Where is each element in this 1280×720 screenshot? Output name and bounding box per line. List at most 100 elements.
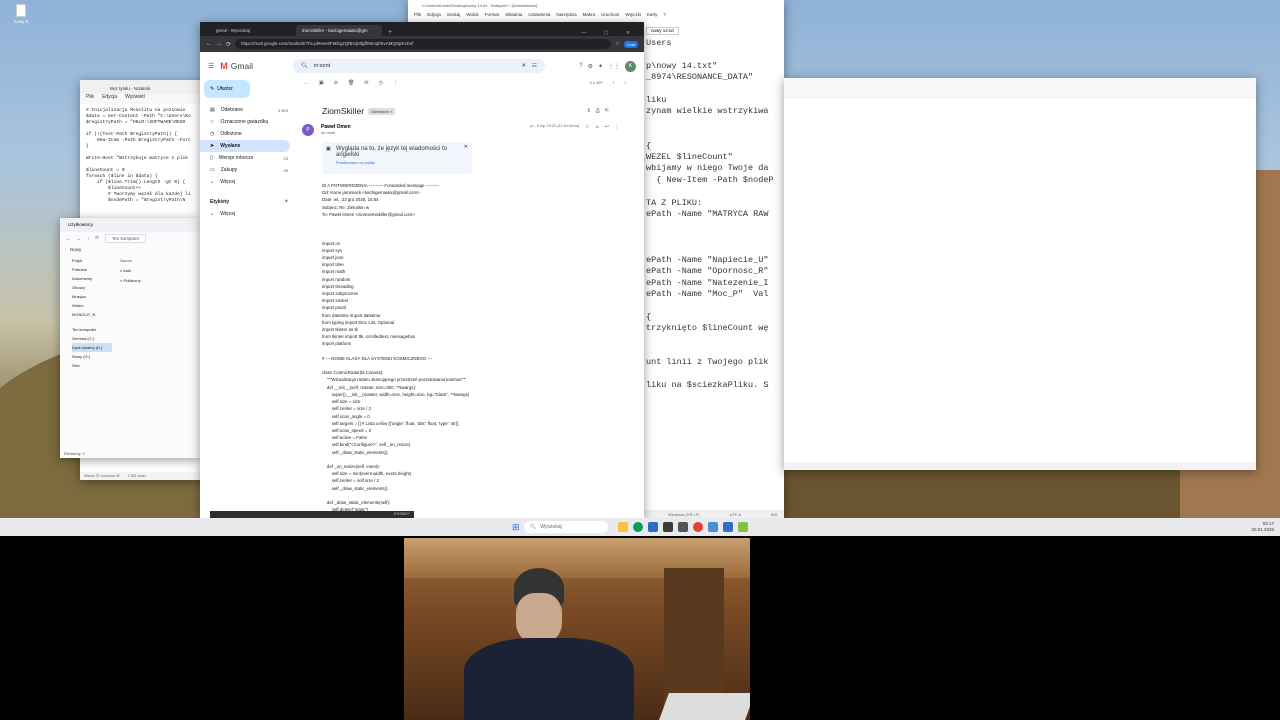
- menu-item[interactable]: Narzędzia: [556, 12, 576, 17]
- column-header-name[interactable]: Nazwa: [120, 256, 200, 266]
- edge-app-icon[interactable]: [633, 522, 643, 532]
- delete-icon[interactable]: 🗑︎: [348, 80, 354, 86]
- menu-item[interactable]: Plik: [414, 12, 421, 17]
- compose-button[interactable]: ✎ Utwórz: [204, 80, 250, 98]
- sidebar-item[interactable]: Dysk lokalny (D:): [72, 343, 112, 352]
- sidebar-item-purchases[interactable]: ▭ Zakupy 29: [200, 164, 294, 176]
- up-icon[interactable]: ↑: [87, 236, 89, 241]
- menu-item[interactable]: Składnia: [505, 12, 522, 17]
- sidebar-item[interactable]: Gemma (C:): [72, 334, 112, 343]
- terminal-app-icon[interactable]: [663, 522, 673, 532]
- sidebar-item-labels-more[interactable]: ⌄ Więcej: [200, 208, 294, 220]
- sidebar-item[interactable]: MONOLIT_N: [72, 310, 112, 319]
- star-icon[interactable]: ☆: [615, 41, 619, 47]
- text-editor[interactable]: # Inicjalizacja Monolitu na poziomie $dat…: [80, 104, 210, 208]
- chrome-window[interactable]: gmail - Wyszukaj ZiomSkiller - kacbigema…: [200, 22, 644, 518]
- address-bar[interactable]: Ten komputer: [105, 233, 147, 243]
- print-icon[interactable]: ⇕⎙⇱: [587, 108, 614, 114]
- add-label-icon[interactable]: +: [284, 199, 288, 205]
- menu-icon[interactable]: ☰: [208, 62, 214, 70]
- sidebar-item[interactable]: Pobrane: [72, 265, 112, 274]
- sidebar-item[interactable]: Wideo: [72, 301, 112, 310]
- editor-tab[interactable]: nowy 14.txt: [646, 27, 679, 35]
- explorer-app-icon[interactable]: [618, 522, 628, 532]
- settings-icon[interactable]: ⚙: [588, 63, 593, 70]
- menu-item[interactable]: Makra: [583, 12, 596, 17]
- back-icon[interactable]: ←: [66, 236, 71, 241]
- sidebar-item[interactable]: Obrazy: [72, 283, 112, 292]
- sidebar-item[interactable]: Sieć: [72, 361, 112, 370]
- menu-item[interactable]: Karty: [647, 12, 658, 17]
- menu-item-view[interactable]: Wyświetl: [125, 94, 145, 104]
- sidebar-item-snoozed[interactable]: ◷ Odłożone: [200, 128, 294, 140]
- chrome-app-icon[interactable]: [693, 522, 703, 532]
- list-item[interactable]: ■ Publiczny: [120, 276, 200, 286]
- new-tab-icon[interactable]: +: [388, 29, 392, 36]
- menu-item[interactable]: Format: [485, 12, 499, 17]
- chat-button[interactable]: Czat: [623, 40, 638, 48]
- snooze-icon[interactable]: ◷: [379, 80, 383, 86]
- sidebar-item[interactable]: Ten komputer: [72, 325, 112, 334]
- menu-item[interactable]: ?: [663, 12, 666, 17]
- recipient[interactable]: do mnie: [321, 130, 351, 135]
- clock[interactable]: 03:17 20.01.2026: [1251, 521, 1274, 533]
- list-item[interactable]: ■ kato: [120, 266, 200, 276]
- back-icon[interactable]: ←: [206, 41, 212, 47]
- menu-item[interactable]: Szukaj: [447, 12, 461, 17]
- sidebar-item-sent[interactable]: ➤ Wysłane: [200, 140, 290, 152]
- search-input[interactable]: in:sent: [314, 63, 515, 69]
- menu-item[interactable]: Uruchom: [601, 12, 619, 17]
- help-icon[interactable]: ?: [579, 63, 582, 69]
- sidebar-item[interactable]: Pulpit: [72, 256, 112, 265]
- prev-icon[interactable]: ‹: [613, 80, 615, 86]
- menu-item[interactable]: Wtyczki: [625, 12, 641, 17]
- sidebar-item-more[interactable]: ⌄ Więcej: [200, 176, 294, 188]
- new-button[interactable]: Nowy: [60, 244, 200, 256]
- sidebar-item[interactable]: Nowy (G:): [72, 352, 112, 361]
- menu-item-file[interactable]: Plik: [86, 94, 94, 104]
- refresh-icon[interactable]: ⟳: [95, 235, 99, 241]
- sidebar-item-drafts[interactable]: ▯ Wersje robocze 23: [200, 152, 294, 164]
- taskbar-search[interactable]: 🔍︎ Wyszukaj: [524, 521, 608, 533]
- notepad-plus-app-icon[interactable]: [738, 522, 748, 532]
- windows-start-icon[interactable]: ⊞: [512, 522, 520, 533]
- menu-item[interactable]: Widok: [466, 12, 479, 17]
- desktop-file-icon[interactable]: nowy 8: [10, 4, 32, 24]
- tab-ziomskiller[interactable]: ZiomSkiller - kacbigemaialx@gm: [296, 25, 382, 36]
- word-app-icon[interactable]: [723, 522, 733, 532]
- reply-icon[interactable]: ☆☺↩⋮: [585, 124, 624, 130]
- browser-window-blank[interactable]: [784, 78, 1256, 470]
- apps-icon[interactable]: ⋮⋮: [608, 63, 620, 70]
- next-icon[interactable]: ›: [624, 80, 626, 86]
- mark-unread-icon[interactable]: ✉: [364, 80, 368, 86]
- more-icon[interactable]: ⋮: [393, 80, 398, 86]
- mail-search[interactable]: 🔍︎ in:sent ✕ ☷: [292, 59, 545, 73]
- close-icon[interactable]: ✕: [464, 144, 468, 150]
- filter-icon[interactable]: ☷: [532, 63, 537, 69]
- gemini-icon[interactable]: ✦: [598, 63, 603, 70]
- sidebar-item-starred[interactable]: ☆ Oznaczone gwiazdką: [200, 116, 294, 128]
- menu-item[interactable]: Ustawienia: [528, 12, 550, 17]
- archive-icon[interactable]: ▣: [319, 80, 324, 86]
- gmail-logo[interactable]: M Gmail: [220, 61, 253, 71]
- back-arrow-icon[interactable]: ←: [304, 80, 309, 86]
- code-editor[interactable]: Users p\nowy 14.txt" _8974\RESONANCE_DATA…: [646, 38, 784, 392]
- menu-item[interactable]: Edycja: [427, 12, 441, 17]
- sidebar-item[interactable]: Muzyka: [72, 292, 112, 301]
- store-app-icon[interactable]: [648, 522, 658, 532]
- translate-link[interactable]: Przetłumacz na polski: [336, 160, 466, 165]
- reload-icon[interactable]: ⟳: [226, 41, 231, 48]
- app-icon[interactable]: [708, 522, 718, 532]
- clear-search-icon[interactable]: ✕: [521, 63, 526, 69]
- app-icon[interactable]: [678, 522, 688, 532]
- label-chip[interactable]: Odebrane ×: [368, 107, 396, 115]
- file-explorer-window[interactable]: Użytkownicy ← → ↑ ⟳ Ten komputer Nowy Pu…: [60, 218, 200, 458]
- sidebar-item-inbox[interactable]: ▤ Odebrane 4 509: [200, 104, 294, 116]
- url-field[interactable]: https://mail.google.com/mail/u/0/?hl=pl#…: [235, 39, 612, 49]
- menu-item-edit[interactable]: Edycja: [102, 94, 117, 104]
- forward-icon[interactable]: →: [77, 236, 82, 241]
- avatar[interactable]: K: [625, 60, 636, 72]
- window-controls[interactable]: — ▢ ✕: [581, 30, 638, 36]
- tab-gmail-search[interactable]: gmail - Wyszukaj: [210, 25, 296, 36]
- forward-icon[interactable]: →: [216, 41, 222, 47]
